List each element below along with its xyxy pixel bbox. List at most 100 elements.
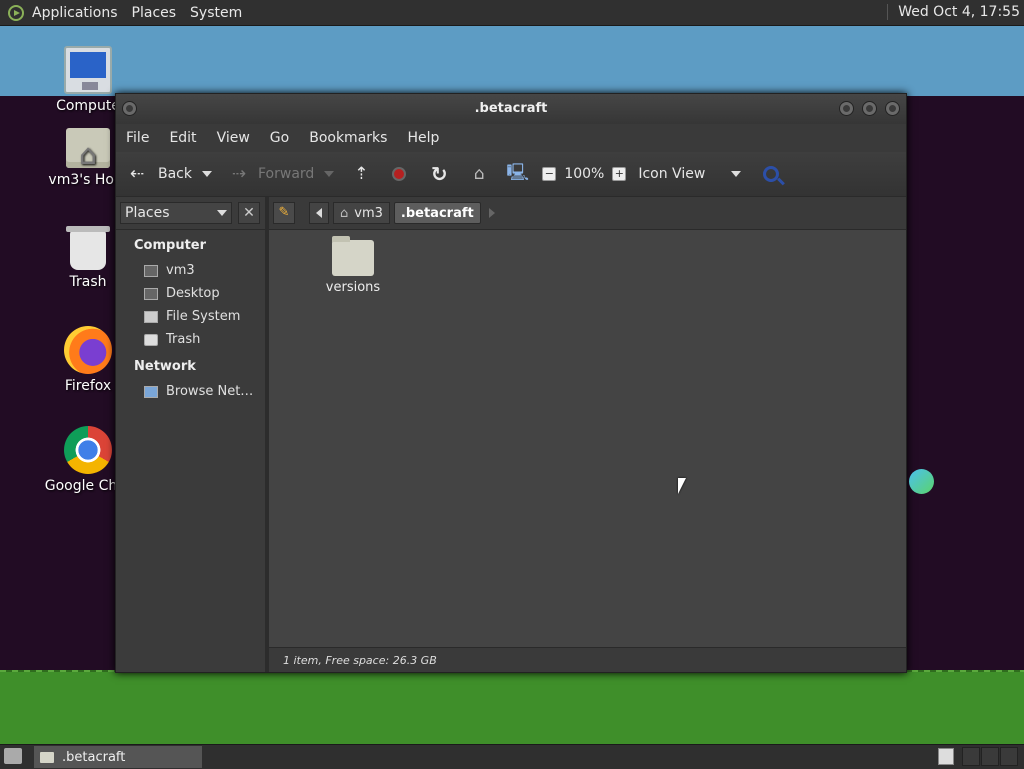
- trash-icon: [66, 226, 110, 270]
- breadcrumb-scroll-left[interactable]: [309, 202, 329, 224]
- sidebar-item-label: Desktop: [166, 286, 220, 301]
- zoom-out-icon: −: [542, 167, 557, 181]
- folder-icon: [332, 236, 374, 276]
- back-history-dropdown[interactable]: [202, 171, 212, 177]
- taskbar-item-label: .betacraft: [62, 749, 126, 765]
- chevron-right-icon[interactable]: [488, 208, 495, 218]
- minimize-button[interactable]: [839, 101, 854, 116]
- desktop-folder-icon: [144, 287, 158, 300]
- back-label: Back: [158, 166, 192, 182]
- floating-orb-icon: [909, 469, 934, 494]
- up-arrow-icon: ⇡: [354, 164, 369, 184]
- forward-label: Forward: [258, 166, 315, 182]
- menu-help[interactable]: Help: [397, 130, 449, 146]
- chrome-icon: [64, 426, 112, 474]
- maximize-button[interactable]: [862, 101, 877, 116]
- sidebar-type-label: Places: [125, 205, 170, 221]
- view-mode-label: Icon View: [638, 166, 706, 182]
- view-mode-select[interactable]: Icon View: [638, 166, 742, 182]
- zoom-in-icon: +: [612, 167, 627, 181]
- stop-icon: [392, 167, 407, 181]
- trash-applet-icon[interactable]: [938, 748, 954, 765]
- sidebar-item-trash[interactable]: Trash: [116, 328, 265, 351]
- workspace-2[interactable]: [981, 747, 999, 766]
- file-name: versions: [325, 280, 381, 295]
- menu-view[interactable]: View: [207, 130, 260, 146]
- toggle-location-entry-button[interactable]: ✎: [273, 202, 295, 224]
- status-bar: 1 item, Free space: 26.3 GB: [269, 647, 906, 672]
- pencil-icon: ✎: [278, 205, 290, 220]
- reload-icon: ↻: [430, 162, 448, 186]
- file-view[interactable]: versions: [269, 230, 906, 647]
- home-icon: ⌂: [340, 205, 349, 221]
- chevron-left-icon: [316, 208, 322, 218]
- sidebar-type-select[interactable]: Places: [120, 202, 232, 224]
- trash-icon: [144, 333, 158, 346]
- window-title: .betacraft: [474, 101, 548, 116]
- sidebar-item-desktop[interactable]: Desktop: [116, 282, 265, 305]
- sidebar-item-browse-network[interactable]: Browse Net…: [116, 380, 265, 403]
- menu-edit[interactable]: Edit: [159, 130, 206, 146]
- menu-go[interactable]: Go: [260, 130, 299, 146]
- show-desktop-icon[interactable]: [4, 748, 22, 764]
- workspace-3[interactable]: [1000, 747, 1018, 766]
- home-folder-icon: [66, 128, 110, 171]
- stop-button[interactable]: [392, 167, 407, 181]
- zoom-out-button[interactable]: −: [542, 167, 557, 181]
- home-button[interactable]: ⌂: [468, 164, 490, 184]
- forward-arrow-icon: ⇢: [231, 164, 247, 184]
- places-menu[interactable]: Places: [132, 5, 177, 21]
- desktop-sky: [0, 25, 1024, 96]
- folder-icon: [40, 751, 54, 763]
- chevron-down-icon: [217, 210, 227, 216]
- sidebar-item-label: vm3: [166, 263, 195, 278]
- breadcrumb-label: .betacraft: [400, 205, 474, 221]
- menu-bookmarks[interactable]: Bookmarks: [299, 130, 397, 146]
- forward-button[interactable]: ⇢ Forward: [228, 164, 335, 184]
- file-item-versions[interactable]: versions: [323, 236, 383, 295]
- taskbar-item[interactable]: .betacraft: [34, 746, 202, 768]
- sidebar-item-file-system[interactable]: File System: [116, 305, 265, 328]
- menu-logo-icon[interactable]: [8, 4, 24, 21]
- up-button[interactable]: ⇡: [350, 164, 372, 184]
- top-panel: Applications Places System Wed Oct 4, 17…: [0, 0, 1024, 26]
- desktop-grass: [0, 672, 1024, 744]
- chevron-down-icon: [731, 171, 742, 177]
- close-button[interactable]: [885, 101, 900, 116]
- mouse-cursor-icon: [678, 478, 686, 494]
- close-icon: ✕: [243, 205, 255, 221]
- breadcrumb-betacraft[interactable]: .betacraft: [393, 202, 481, 224]
- system-menu[interactable]: System: [190, 5, 242, 21]
- window-titlebar[interactable]: .betacraft: [116, 94, 906, 124]
- sidebar-section-computer: Computer: [134, 238, 207, 253]
- clock[interactable]: Wed Oct 4, 17:55: [887, 4, 1020, 20]
- menu-file[interactable]: File: [116, 130, 159, 146]
- computer-button[interactable]: 🖳: [506, 160, 529, 189]
- search-icon: [763, 166, 780, 182]
- firefox-icon: [64, 326, 112, 374]
- breadcrumb-vm3[interactable]: ⌂ vm3: [333, 202, 390, 224]
- sidebar-close-button[interactable]: ✕: [238, 202, 260, 224]
- back-button[interactable]: ⇠ Back: [126, 164, 212, 184]
- sidebar-item-vm3[interactable]: vm3: [116, 259, 265, 282]
- sidebar-item-label: Browse Net…: [166, 384, 254, 399]
- workspace-1[interactable]: [962, 747, 980, 766]
- sidebar-section-network: Network: [134, 359, 196, 374]
- sidebar-header: Places ✕: [116, 197, 265, 230]
- zoom-level[interactable]: 100%: [564, 166, 604, 182]
- menubar: File Edit View Go Bookmarks Help: [116, 124, 906, 152]
- bottom-panel: .betacraft: [0, 744, 1024, 769]
- network-icon: [144, 385, 158, 398]
- back-arrow-icon: ⇠: [129, 164, 145, 184]
- toolbar: ⇠ Back ⇢ Forward ⇡ ↻ ⌂ 🖳 − 100% + Icon V…: [116, 152, 906, 197]
- reload-button[interactable]: ↻: [428, 162, 450, 186]
- sidebar-item-label: Trash: [166, 332, 201, 347]
- file-manager-window: .betacraft File Edit View Go Bookmarks H…: [115, 93, 907, 673]
- sidebar-item-label: File System: [166, 309, 241, 324]
- computer-icon: [64, 46, 112, 94]
- window-menu-button[interactable]: [122, 101, 137, 116]
- search-button[interactable]: [763, 166, 780, 182]
- zoom-in-button[interactable]: +: [612, 167, 627, 181]
- forward-history-dropdown[interactable]: [324, 171, 335, 177]
- applications-menu[interactable]: Applications: [32, 5, 118, 21]
